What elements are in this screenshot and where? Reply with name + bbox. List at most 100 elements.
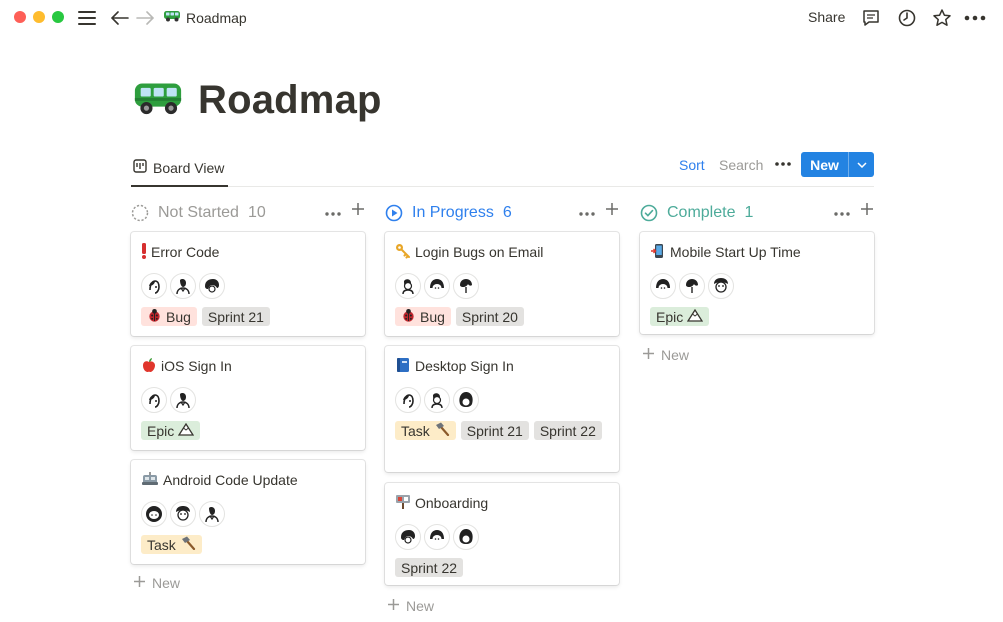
card-title: Android Code Update xyxy=(141,470,355,490)
avatar[interactable] xyxy=(679,273,705,299)
column-more-icon[interactable] xyxy=(325,203,341,221)
column-count: 1 xyxy=(744,204,754,221)
avatar[interactable] xyxy=(199,501,225,527)
favorite-star-icon[interactable] xyxy=(931,7,953,29)
tag-label: Task xyxy=(401,422,430,439)
avatar[interactable] xyxy=(395,524,421,550)
tag-label: Sprint 20 xyxy=(461,308,518,325)
card-title: iOS Sign In xyxy=(141,356,355,376)
history-clock-icon[interactable] xyxy=(896,7,918,29)
minimize-window-button[interactable] xyxy=(33,11,45,23)
breadcrumb-label: Roadmap xyxy=(186,9,247,26)
share-button[interactable]: Share xyxy=(808,9,845,25)
avatar[interactable] xyxy=(453,273,479,299)
card-title-text: Desktop Sign In xyxy=(415,358,514,374)
sidebar-menu-icon[interactable] xyxy=(77,8,97,28)
exclamation-icon xyxy=(141,242,147,262)
view-toolbar: Board View Sort Search New xyxy=(131,150,874,187)
board-card[interactable]: Desktop Sign In Task Sprint 21 Sprint 22 xyxy=(385,346,619,472)
more-options-icon[interactable] xyxy=(964,7,986,29)
column-actions xyxy=(834,202,874,221)
tag-epic: Epic xyxy=(141,421,201,440)
card-tags: Sprint 22 xyxy=(395,558,609,577)
comment-icon[interactable] xyxy=(860,7,882,29)
card-title-text: iOS Sign In xyxy=(161,358,232,374)
avatar[interactable] xyxy=(141,273,167,299)
plus-icon xyxy=(642,347,655,363)
avatar[interactable] xyxy=(395,273,421,299)
avatar[interactable] xyxy=(395,387,421,413)
tag-label: Sprint 21 xyxy=(466,422,523,439)
check-circle-icon xyxy=(640,204,658,222)
card-title-text: Mobile Start Up Time xyxy=(670,244,801,260)
mountain-icon xyxy=(178,422,195,439)
board-card[interactable]: Android Code Update Task xyxy=(131,460,365,564)
tag-label: Sprint 22 xyxy=(401,559,458,576)
board-card[interactable]: Login Bugs on Email Bug Sprint 20 xyxy=(385,232,619,336)
tag-task: Task xyxy=(395,421,456,440)
column-more-icon[interactable] xyxy=(834,203,850,221)
new-button-label: New xyxy=(810,156,839,173)
maximize-window-button[interactable] xyxy=(52,11,64,23)
tag-label: Epic xyxy=(147,422,175,439)
tag-sprint: Sprint 21 xyxy=(201,307,270,326)
avatar[interactable] xyxy=(453,387,479,413)
column-more-icon[interactable] xyxy=(579,203,595,221)
book-icon xyxy=(395,357,411,376)
avatar[interactable] xyxy=(708,273,734,299)
column-add-new-button[interactable]: New xyxy=(387,598,434,614)
column-header: Complete 1 xyxy=(640,200,874,226)
column-name: In Progress xyxy=(412,204,494,221)
avatar[interactable] xyxy=(199,273,225,299)
avatar[interactable] xyxy=(424,273,450,299)
plus-icon xyxy=(387,598,400,614)
column-add-icon[interactable] xyxy=(351,202,365,221)
tag-label: Epic xyxy=(656,308,684,325)
avatar[interactable] xyxy=(141,387,167,413)
board-card[interactable]: Onboarding Sprint 22 xyxy=(385,483,619,585)
tab-board-view[interactable]: Board View xyxy=(131,150,228,187)
forward-arrow-icon[interactable] xyxy=(135,8,155,28)
column-count: 10 xyxy=(247,204,266,221)
column-add-new-button[interactable]: New xyxy=(133,575,180,591)
column-add-icon[interactable] xyxy=(605,202,619,221)
bus-icon xyxy=(163,9,181,26)
card-title: Error Code xyxy=(141,242,355,262)
tag-bug: Bug xyxy=(141,307,197,326)
chevron-down-icon[interactable] xyxy=(848,152,874,177)
card-tags: Bug Sprint 21 xyxy=(141,307,355,326)
new-button[interactable]: New xyxy=(801,152,874,177)
avatar[interactable] xyxy=(650,273,676,299)
breadcrumb[interactable]: Roadmap xyxy=(163,9,247,26)
board-icon xyxy=(133,159,147,176)
card-title: Login Bugs on Email xyxy=(395,242,609,262)
board-card[interactable]: iOS Sign In Epic xyxy=(131,346,365,450)
view-more-icon[interactable] xyxy=(774,154,792,172)
add-new-label: New xyxy=(661,347,690,363)
tag-epic: Epic xyxy=(650,307,710,326)
avatar[interactable] xyxy=(170,501,196,527)
card-tags: Epic xyxy=(650,307,864,326)
tag-label: Task xyxy=(147,536,176,553)
column-count: 6 xyxy=(502,204,512,221)
sort-button[interactable]: Sort xyxy=(679,157,705,173)
avatar[interactable] xyxy=(424,387,450,413)
avatar[interactable] xyxy=(170,387,196,413)
phone-icon xyxy=(650,243,666,262)
avatar[interactable] xyxy=(141,501,167,527)
card-title-text: Login Bugs on Email xyxy=(415,244,544,260)
avatar[interactable] xyxy=(170,273,196,299)
mountain-icon xyxy=(687,308,704,325)
board-card[interactable]: Error Code Bug Sprint 21 xyxy=(131,232,365,336)
card-title-text: Onboarding xyxy=(415,495,489,511)
avatar[interactable] xyxy=(424,524,450,550)
column-actions xyxy=(579,202,619,221)
avatar[interactable] xyxy=(453,524,479,550)
close-window-button[interactable] xyxy=(14,11,26,23)
column-add-new-button[interactable]: New xyxy=(642,347,689,363)
search-button[interactable]: Search xyxy=(719,157,763,173)
column-add-icon[interactable] xyxy=(860,202,874,221)
back-arrow-icon[interactable] xyxy=(110,8,130,28)
plus-icon xyxy=(133,575,146,591)
board-card[interactable]: Mobile Start Up Time Epic xyxy=(640,232,874,334)
